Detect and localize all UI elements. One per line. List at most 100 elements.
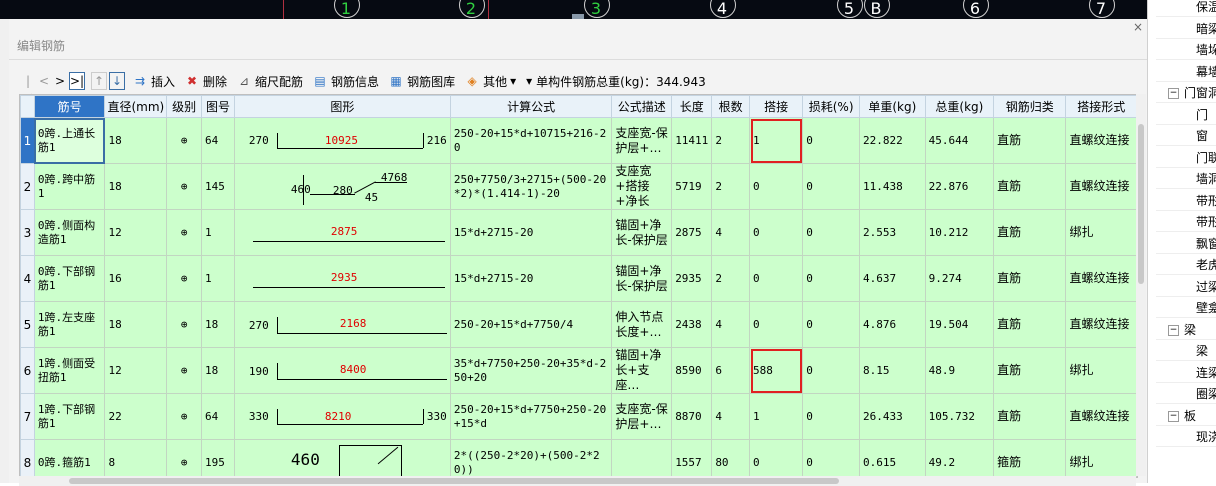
cell-total-weight[interactable]: 48.9 — [924, 347, 995, 394]
header-cell[interactable]: 图号 — [201, 95, 235, 118]
cell-lap[interactable]: 1 — [749, 117, 804, 164]
collapse-icon[interactable]: − — [1168, 88, 1179, 99]
cell-count[interactable]: 2 — [711, 255, 751, 302]
tree-item[interactable]: 门 — [1196, 105, 1208, 125]
table-row[interactable]: 6 1跨.侧面受扭筋1 12 ⊕ 18 190 8400 35*d+7750+250-20+3… — [20, 347, 1137, 394]
header-cell[interactable]: 级别 — [166, 95, 203, 118]
cell-unit-weight[interactable]: 4.637 — [859, 255, 926, 302]
cell-lap[interactable]: 0 — [749, 439, 804, 477]
table-row[interactable]: 2 0跨.跨中筋1 18 ⊕ 145 460 280 45 4768 250+7750/3+271… — [20, 163, 1137, 210]
cell-loss[interactable]: 0 — [802, 117, 861, 164]
row-number[interactable]: 6 — [20, 347, 35, 394]
row-number[interactable]: 4 — [20, 255, 35, 302]
tree-item[interactable]: 窗 — [1196, 126, 1208, 146]
cell-loss[interactable]: 0 — [802, 301, 861, 348]
cell-lap[interactable]: 0 — [749, 255, 804, 302]
cell-description[interactable]: 锚固+净长-保护层 — [611, 209, 673, 256]
cell-total-weight[interactable]: 105.732 — [924, 393, 995, 440]
cell-lap-form[interactable]: 直螺纹连接 — [1065, 117, 1137, 164]
cell-grade[interactable]: ⊕ — [166, 209, 203, 256]
cell-category[interactable]: 直筋 — [993, 209, 1067, 256]
cell-description[interactable]: 锚固+净长+支座… — [611, 347, 673, 394]
cell-length[interactable]: 8590 — [671, 347, 713, 394]
cell-category[interactable]: 直筋 — [993, 347, 1067, 394]
header-cell[interactable]: 筋号 — [33, 95, 106, 118]
cell-length[interactable]: 5719 — [671, 163, 713, 210]
cell-grade[interactable]: ⊕ — [166, 163, 203, 210]
tree-group-item[interactable]: −门窗洞 — [1168, 83, 1216, 103]
cell-loss[interactable]: 0 — [802, 255, 861, 302]
cell-lap-form[interactable]: 直螺纹连接 — [1065, 255, 1137, 302]
cell-loss[interactable]: 0 — [802, 163, 861, 210]
cell-count[interactable]: 4 — [711, 301, 751, 348]
cell-diameter[interactable]: 12 — [104, 209, 168, 256]
cell-grade[interactable]: ⊕ — [166, 255, 203, 302]
header-cell[interactable]: 钢筋归类 — [993, 95, 1067, 118]
table-row[interactable]: 5 1跨.左支座筋1 18 ⊕ 18 270 2168 250-20+15*d+7750/4 伸… — [20, 301, 1137, 348]
table-row[interactable]: 8 0跨.箍筋1 8 ⊕ 195 460 2*((250-2*20)+(500-2*20))… — [20, 439, 1137, 477]
cell-count[interactable]: 2 — [711, 117, 751, 164]
cell-description[interactable] — [611, 439, 673, 477]
cell-shape[interactable]: 330 8210 330 — [233, 393, 451, 440]
cell-grade[interactable]: ⊕ — [166, 439, 203, 477]
row-number[interactable]: 7 — [20, 393, 35, 440]
cell-formula[interactable]: 250+7750/3+2715+(500-20*2)*(1.414-1)-20 — [449, 163, 613, 210]
cell-lap-form[interactable]: 直螺纹连接 — [1065, 393, 1137, 440]
cell-count[interactable]: 80 — [711, 439, 751, 477]
row-number[interactable]: 3 — [20, 209, 35, 256]
move-up-icon[interactable]: ↑ — [91, 72, 107, 90]
header-cell[interactable]: 计算公式 — [449, 95, 613, 118]
cell-length[interactable]: 2875 — [671, 209, 713, 256]
cell-formula[interactable]: 250-20+15*d+7750/4 — [449, 301, 613, 348]
vertical-scroll-thumb[interactable] — [1138, 124, 1144, 284]
tree-item[interactable]: 连梁 — [1196, 363, 1216, 383]
cell-formula[interactable]: 15*d+2715-20 — [449, 209, 613, 256]
cell-formula[interactable]: 250-20+15*d+7750+250-20+15*d — [449, 393, 613, 440]
cell-formula[interactable]: 35*d+7750+250-20+35*d-250+20 — [449, 347, 613, 394]
tree-item[interactable]: 墙垛 — [1196, 40, 1216, 60]
cell-diameter[interactable]: 18 — [104, 301, 168, 348]
cell-diameter[interactable]: 18 — [104, 117, 168, 164]
cell-description[interactable]: 支座宽+搭接+净长 — [611, 163, 673, 210]
cell-total-weight[interactable]: 49.2 — [924, 439, 995, 477]
header-cell[interactable]: 单重(kg) — [859, 95, 926, 118]
cell-formula[interactable]: 15*d+2715-20 — [449, 255, 613, 302]
cell-category[interactable]: 直筋 — [993, 393, 1067, 440]
cell-category[interactable]: 直筋 — [993, 301, 1067, 348]
collapse-icon[interactable]: − — [1168, 324, 1179, 336]
cell-grade[interactable]: ⊕ — [166, 301, 203, 348]
delete-button[interactable]: ✖ 删除 — [185, 73, 227, 90]
tree-item[interactable]: 圈梁 — [1196, 384, 1216, 404]
cell-length[interactable]: 11411 — [671, 117, 713, 164]
cell-shape[interactable]: 2875 — [233, 209, 451, 256]
tree-item[interactable]: 门联 — [1196, 148, 1216, 168]
tree-item[interactable]: 梁 — [1196, 341, 1208, 361]
cell-unit-weight[interactable]: 26.433 — [859, 393, 926, 440]
cell-category[interactable]: 箍筋 — [993, 439, 1067, 477]
cell-figure-no[interactable]: 64 — [201, 117, 235, 164]
vertical-scrollbar[interactable] — [1136, 94, 1146, 476]
cell-grade[interactable]: ⊕ — [166, 117, 203, 164]
header-cell[interactable]: 损耗(%) — [802, 95, 861, 118]
cell-figure-no[interactable]: 1 — [201, 255, 235, 302]
cell-total-weight[interactable]: 22.876 — [924, 163, 995, 210]
cell-count[interactable]: 6 — [711, 347, 751, 394]
tree-item[interactable]: 带形 — [1196, 212, 1216, 232]
cell-category[interactable]: 直筋 — [993, 117, 1067, 164]
horizontal-scrollbar[interactable] — [19, 476, 1136, 486]
header-cell[interactable]: 搭接 — [749, 95, 804, 118]
cell-loss[interactable]: 0 — [802, 439, 861, 477]
cell-figure-no[interactable]: 64 — [201, 393, 235, 440]
other-menu-button[interactable]: ◈ 其他 ▾ — [465, 73, 516, 90]
cell-lap[interactable]: 1 — [749, 393, 804, 440]
cell-length[interactable]: 2438 — [671, 301, 713, 348]
cell-grade[interactable]: ⊕ — [166, 347, 203, 394]
tree-group-item[interactable]: − 板 — [1168, 406, 1196, 426]
tree-item[interactable]: 现浇 — [1196, 427, 1216, 447]
cell-shape[interactable]: 2935 — [233, 255, 451, 302]
cell-lap-form[interactable]: 绑扎 — [1065, 209, 1137, 256]
last-record-button[interactable]: >| — [69, 72, 85, 90]
cell-shape[interactable]: 270 10925 216 — [233, 117, 451, 164]
cell-lap[interactable]: 0 — [749, 163, 804, 210]
row-number[interactable]: 8 — [20, 439, 35, 477]
